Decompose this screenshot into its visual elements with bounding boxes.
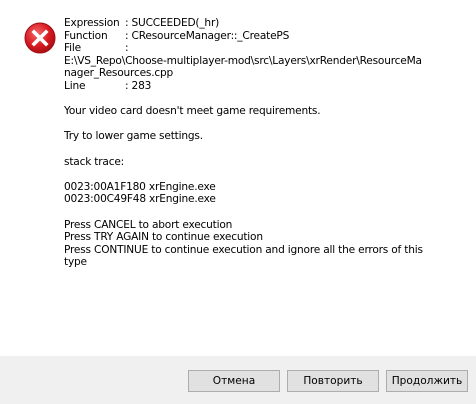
hint-text: Try to lower game settings.: [64, 130, 203, 143]
field-label: File: [64, 42, 81, 55]
function-row: Function : CResourceManager::_CreatePS: [64, 30, 464, 43]
error-icon: [24, 22, 56, 54]
field-label: Line: [64, 79, 86, 92]
stack-frame: 0023:00C49F48 xrEngine.exe: [64, 193, 216, 206]
field-label: Function: [64, 29, 108, 42]
field-value: :: [125, 42, 129, 55]
cancel-button[interactable]: Отмена: [188, 370, 280, 392]
instruction-line: Press TRY AGAIN to continue execution: [64, 231, 263, 244]
button-bar: Отмена Повторить Продолжить: [0, 356, 476, 404]
field-label: Expression: [64, 17, 120, 29]
error-text: Your video card doesn't meet game requir…: [64, 105, 321, 118]
retry-button[interactable]: Повторить: [287, 370, 379, 392]
instruction-line: Press CONTINUE to continue execution and…: [64, 243, 423, 256]
error-message: Expression : SUCCEEDED(_hr) Function : CRe…: [64, 17, 464, 269]
error-dialog: Expression : SUCCEEDED(_hr) Function : CRe…: [0, 0, 476, 404]
file-path-line: E:\VS_Repo\Choose-multiplayer-mod\src\La…: [64, 54, 422, 67]
instruction-line: type: [64, 256, 87, 269]
field-value: : 283: [125, 79, 152, 92]
file-path-line: nager_Resources.cpp: [64, 67, 174, 80]
instruction-line: Press CANCEL to abort execution: [64, 218, 233, 231]
stack-frame: 0023:00A1F180 xrEngine.exe: [64, 180, 216, 193]
file-row: File:: [64, 42, 464, 55]
expression-row: Expression : SUCCEEDED(_hr): [64, 17, 464, 30]
stack-trace-label: stack trace:: [64, 155, 125, 168]
continue-button[interactable]: Продолжить: [386, 370, 468, 392]
field-value: : CResourceManager::_CreatePS: [125, 29, 290, 42]
field-value: : SUCCEEDED(_hr): [125, 17, 220, 29]
line-row: Line : 283: [64, 80, 464, 93]
